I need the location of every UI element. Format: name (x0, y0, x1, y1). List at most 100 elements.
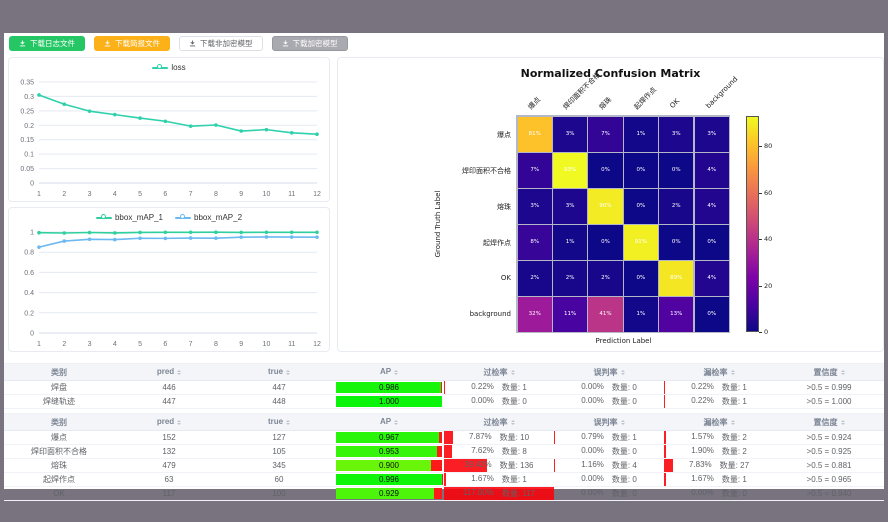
column-header[interactable]: 误判率 (554, 414, 664, 431)
confidence-cell: >0.5 = 1.000 (774, 395, 884, 409)
table-row[interactable]: 起焊作点63600.9961.67%数量: 10.00%数量: 01.67%数量… (4, 473, 884, 487)
column-header[interactable]: 类别 (4, 414, 114, 431)
ap-cell: 0.986 (334, 381, 444, 395)
svg-text:1: 1 (37, 191, 41, 198)
column-header[interactable]: 置信度 (774, 414, 884, 431)
rate-value: 0.79% (581, 432, 604, 443)
confidence-cell: >0.5 = 0.881 (774, 459, 884, 473)
column-header[interactable]: pred (114, 414, 224, 431)
svg-text:9: 9 (239, 341, 243, 348)
legend-item[interactable]: bbox_mAP_2 (175, 213, 242, 222)
button-label: 下载加密模型 (293, 38, 338, 49)
pred-cell: 479 (114, 459, 224, 473)
matrix-cell: 2% (659, 189, 693, 224)
column-header[interactable]: AP (334, 414, 444, 431)
colorbar-tick: 80 (764, 142, 772, 150)
confidence-cell: >0.5 = 0.925 (774, 445, 884, 459)
svg-text:6: 6 (163, 191, 167, 198)
ap-value: 1.000 (336, 396, 442, 407)
legend-label: loss (171, 63, 185, 72)
column-header[interactable]: 过检率 (444, 364, 554, 381)
column-header[interactable]: pred (114, 364, 224, 381)
rate-count: 数量: 27 (720, 460, 749, 471)
table-row[interactable]: 焊盘4464470.9860.22%数量: 10.00%数量: 00.22%数量… (4, 381, 884, 395)
matrix-cell: 13% (659, 297, 693, 332)
sort-icon[interactable] (841, 368, 845, 377)
true-cell: 105 (224, 445, 334, 459)
dashboard-panel: 下载日志文件 下载简报文件 下载非加密模型 下载加密模型 loss 00.050… (4, 33, 884, 489)
matrix-cell: 4% (695, 153, 729, 188)
sort-icon[interactable] (731, 368, 735, 377)
matrix-cell: 0% (624, 189, 658, 224)
rate-count: 数量: 0 (502, 396, 527, 407)
rate-value: 1.90% (691, 446, 714, 457)
sort-icon[interactable] (621, 418, 625, 427)
sort-icon[interactable] (177, 368, 181, 377)
loss-line-chart[interactable]: 00.050.10.150.20.250.30.3512345678910111… (9, 74, 329, 201)
ap-cell: 0.953 (334, 445, 444, 459)
sort-icon[interactable] (394, 368, 398, 377)
map-line-chart[interactable]: 00.20.40.60.81123456789101112 (9, 224, 329, 351)
rate-value: 117.00% (463, 488, 494, 499)
table-row[interactable]: 焊缝轨迹4474481.0000.00%数量: 00.00%数量: 00.22%… (4, 395, 884, 409)
table-row[interactable]: 焊印面积不合格1321050.9537.62%数量: 80.00%数量: 01.… (4, 445, 884, 459)
download-log-button[interactable]: 下载日志文件 (9, 36, 85, 51)
metrics-table: 类别predtrueAP过检率误判率漏检率置信度爆点1521270.9677.8… (4, 413, 884, 501)
table-row[interactable]: 爆点1521270.9677.87%数量: 100.79%数量: 11.57%数… (4, 431, 884, 445)
column-header[interactable]: true (224, 364, 334, 381)
rate-count: 数量: 0 (612, 488, 637, 499)
sort-icon[interactable] (511, 368, 515, 377)
confidence-cell: >0.5 = 0.940 (774, 487, 884, 501)
over-rate-cell: 117.00%数量: 117 (444, 487, 554, 501)
button-label: 下载简报文件 (115, 38, 160, 49)
rate-count: 数量: 10 (500, 432, 529, 443)
svg-text:0.4: 0.4 (24, 290, 34, 297)
matrix-cell: 4% (695, 261, 729, 296)
category-cell: 爆点 (4, 431, 114, 445)
svg-text:0.1: 0.1 (24, 152, 34, 159)
download-encrypted-model-button[interactable]: 下载加密模型 (272, 36, 348, 51)
column-header[interactable]: AP (334, 364, 444, 381)
sort-icon[interactable] (286, 418, 290, 427)
matrix-cell: 7% (518, 153, 552, 188)
rate-value: 7.87% (469, 432, 492, 443)
column-header[interactable]: 过检率 (444, 414, 554, 431)
rate-value: 7.62% (471, 446, 494, 457)
metrics-tables: 类别predtrueAP过检率误判率漏检率置信度焊盘4464470.9860.2… (4, 363, 884, 501)
sort-icon[interactable] (511, 418, 515, 427)
sort-icon[interactable] (286, 368, 290, 377)
matrix-row-label: 熔珠 (391, 202, 511, 212)
legend-item[interactable]: loss (152, 63, 185, 72)
sort-icon[interactable] (841, 418, 845, 427)
map-chart-card: bbox_mAP_1bbox_mAP_2 00.20.40.60.8112345… (8, 207, 330, 352)
legend-item[interactable]: bbox_mAP_1 (96, 213, 163, 222)
confusion-matrix-title: Normalized Confusion Matrix (338, 67, 883, 80)
table-row[interactable]: 熔珠4793450.90039.42%数量: 1361.16%数量: 47.83… (4, 459, 884, 473)
download-report-button[interactable]: 下载简报文件 (94, 36, 170, 51)
sort-icon[interactable] (394, 418, 398, 427)
matrix-cell: 3% (553, 189, 587, 224)
column-header[interactable]: 类别 (4, 364, 114, 381)
ap-value: 0.996 (336, 474, 442, 485)
legend-line-icon (152, 67, 168, 69)
column-header[interactable]: 置信度 (774, 364, 884, 381)
column-header[interactable]: 漏检率 (664, 364, 774, 381)
misjudge-rate-cell: 1.16%数量: 4 (554, 459, 664, 473)
column-header[interactable]: 误判率 (554, 364, 664, 381)
matrix-cell: 2% (588, 261, 622, 296)
sort-icon[interactable] (731, 418, 735, 427)
miss-rate-cell: 0.22%数量: 1 (664, 381, 774, 395)
svg-text:0: 0 (30, 181, 34, 188)
table-row[interactable]: OK1171000.929117.00%数量: 1170.00%数量: 00.0… (4, 487, 884, 501)
svg-text:0.2: 0.2 (24, 123, 34, 130)
download-unencrypted-model-button[interactable]: 下载非加密模型 (179, 36, 263, 51)
column-header[interactable]: true (224, 414, 334, 431)
sort-icon[interactable] (177, 418, 181, 427)
rate-value: 1.67% (471, 474, 494, 485)
matrix-cell: 93% (553, 153, 587, 188)
svg-text:10: 10 (263, 341, 271, 348)
column-header[interactable]: 漏检率 (664, 414, 774, 431)
pred-cell: 447 (114, 395, 224, 409)
svg-text:0.35: 0.35 (20, 80, 34, 87)
sort-icon[interactable] (621, 368, 625, 377)
